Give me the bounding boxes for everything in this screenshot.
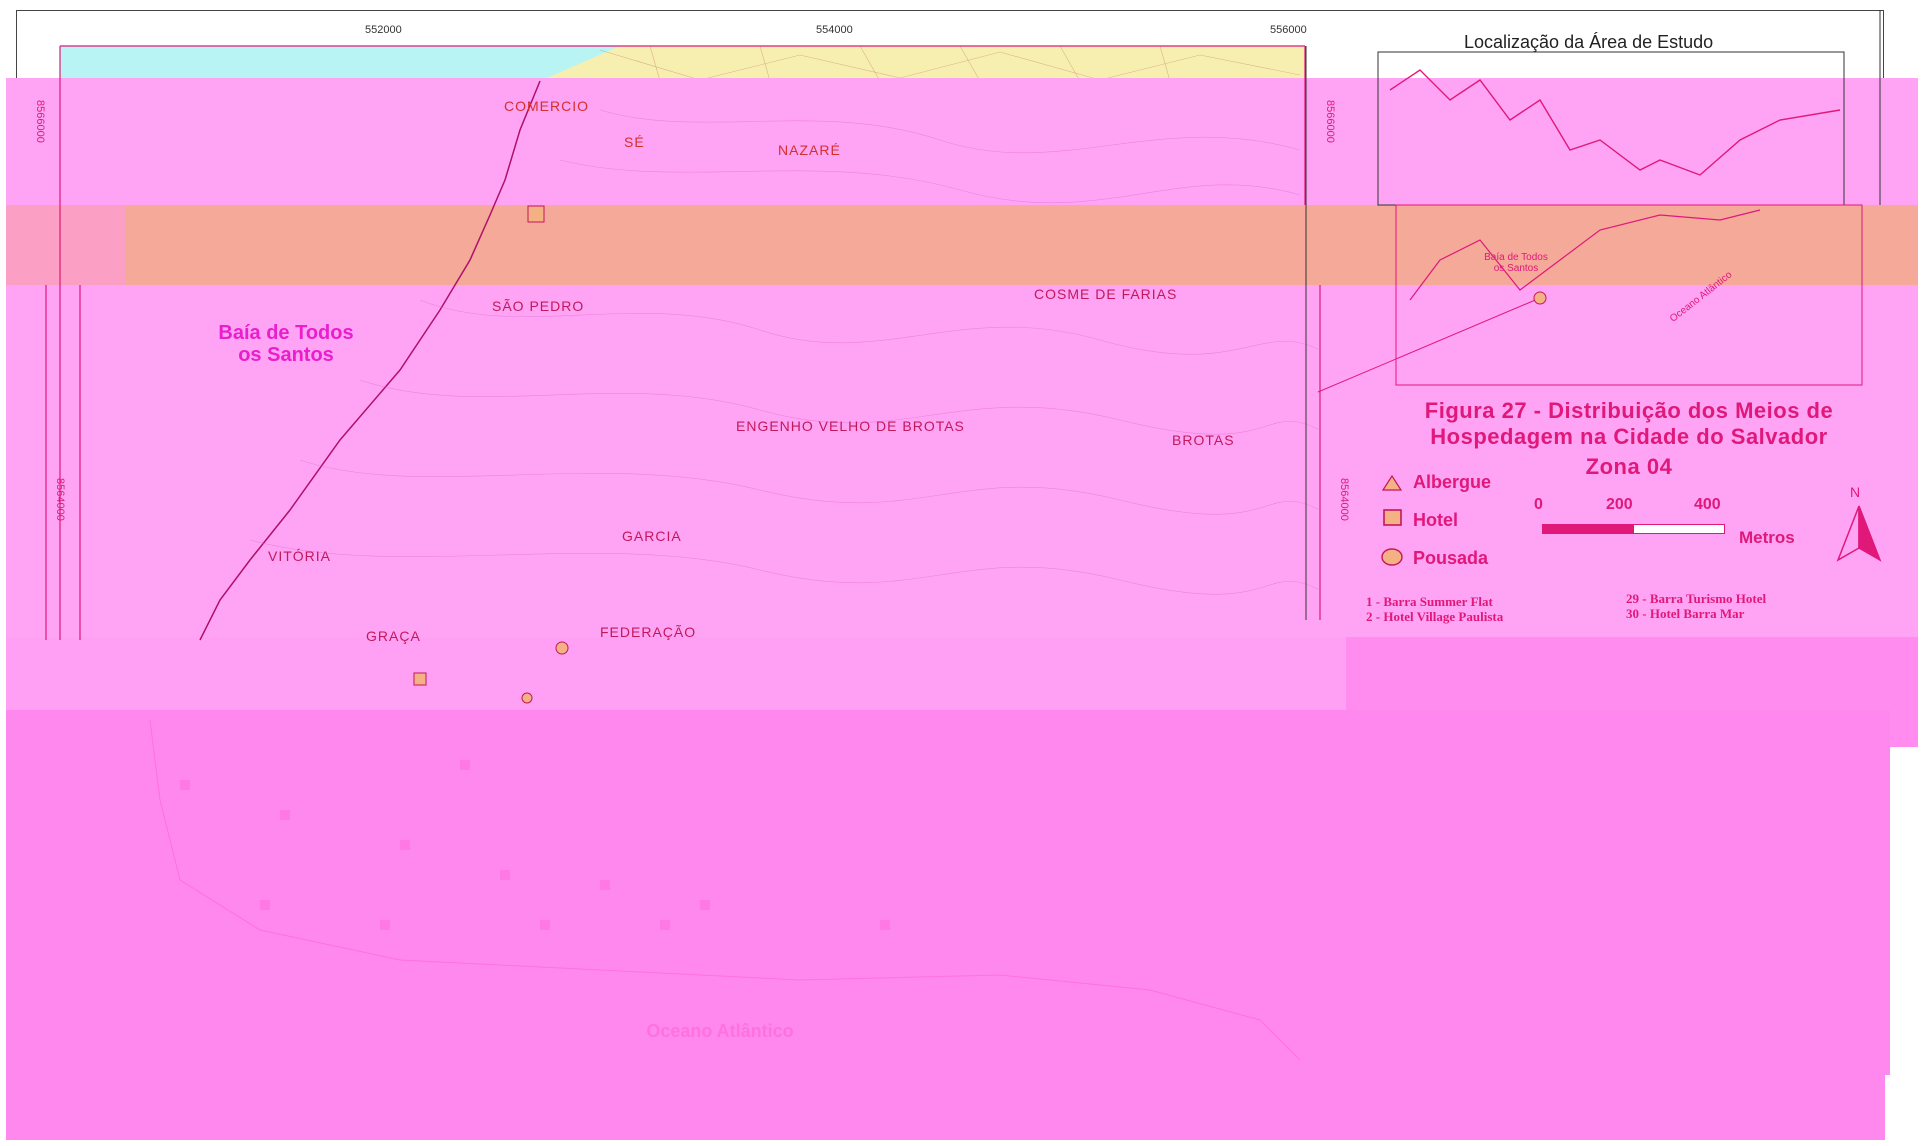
hotel-marker — [413, 672, 427, 686]
label-graca: GRAÇA — [366, 628, 421, 644]
label-brotas: BROTAS — [1172, 432, 1235, 448]
label-cosme-de-farias: COSME DE FARIAS — [1034, 286, 1178, 302]
scale-tick-0: 0 — [1534, 496, 1543, 513]
hotel-list-29: 29 - Barra Turismo Hotel — [1626, 591, 1767, 606]
sea-area — [60, 46, 620, 81]
label-engenho-velho-de-brotas: ENGENHO VELHO DE BROTAS — [736, 418, 965, 434]
hotel-list-1: 1 - Barra Summer Flat — [1366, 594, 1493, 609]
main-map — [6, 10, 1921, 1146]
north-label: N — [1850, 484, 1861, 500]
y-tick-right-2: 8564000 — [1338, 478, 1350, 521]
label-garcia: GARCIA — [622, 528, 682, 544]
legend-hotel: Hotel — [1413, 510, 1458, 530]
label-sao-pedro: SÃO PEDRO — [492, 298, 585, 314]
scale-unit: Metros — [1739, 528, 1795, 547]
scale-bar — [1542, 524, 1725, 534]
triangle-icon — [1381, 474, 1403, 491]
inset-bay-label: Baía de Todos os Santos — [1484, 252, 1548, 274]
legend-title-line1: Figura 27 - Distribuição dos Meios de — [1424, 398, 1834, 423]
label-nazare: NAZARÉ — [778, 142, 841, 158]
y-tick-left-1: 8566000 — [34, 100, 46, 143]
overlay-bottom — [6, 710, 1890, 1146]
y-tick-left-2: 8564000 — [54, 478, 66, 521]
label-comercio: COMERCIO — [504, 98, 589, 114]
hotel-list-2: 2 - Hotel Village Paulista — [1366, 609, 1504, 624]
hotel-marker — [527, 205, 545, 223]
bottom-white — [1885, 1075, 1921, 1146]
overlay-band — [6, 205, 1918, 285]
pousada-marker — [555, 641, 569, 655]
x-tick-556000: 556000 — [1270, 24, 1307, 36]
scale-tick-400: 400 — [1694, 496, 1721, 513]
bottom-white-2 — [6, 1140, 1921, 1146]
legend-title-line2: Hospedagem na Cidade do Salvador — [1430, 424, 1828, 449]
label-vitoria: VITÓRIA — [268, 548, 332, 564]
scale-tick-200: 200 — [1606, 496, 1633, 513]
ocean-label: Oceano Atlântico — [646, 1021, 794, 1041]
pousada-marker — [521, 692, 533, 704]
bay-label: Baía de Todos os Santos — [218, 322, 354, 366]
legend-pousada: Pousada — [1413, 548, 1489, 568]
label-se: SÉ — [624, 134, 645, 150]
y-tick-right-1: 8566000 — [1324, 100, 1336, 143]
x-tick-554000: 554000 — [816, 24, 853, 36]
legend-albergue: Albergue — [1413, 472, 1492, 492]
north-arrow-icon — [1836, 505, 1882, 562]
x-tick-552000: 552000 — [365, 24, 402, 36]
pousada-marker — [1533, 291, 1547, 305]
square-icon — [1383, 509, 1402, 526]
circle-icon — [1381, 548, 1403, 566]
overlay-band-light — [6, 205, 126, 285]
label-federacao: FEDERAÇÃO — [600, 624, 697, 640]
inset-title: Localização da Área de Estudo — [1464, 32, 1714, 52]
hotel-list-30: 30 - Hotel Barra Mar — [1626, 606, 1745, 621]
